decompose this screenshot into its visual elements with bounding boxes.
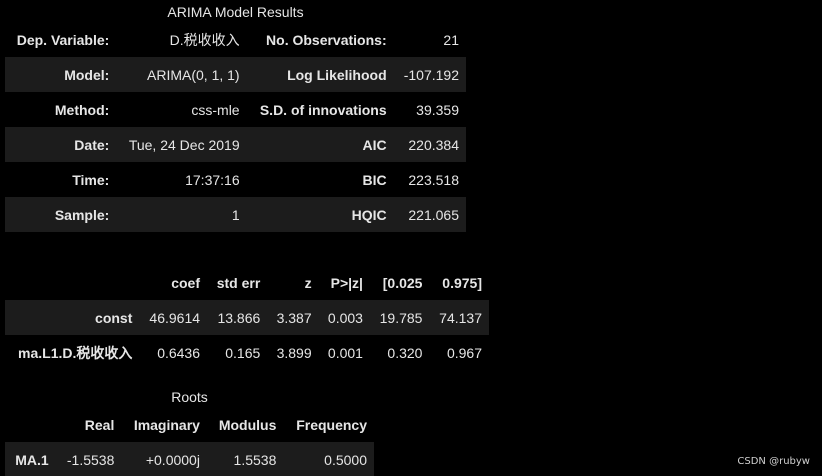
summary-key: AIC <box>362 136 387 153</box>
roots-cell: 0.5000 <box>324 451 367 468</box>
summary-value: ARIMA(0, 1, 1) <box>147 66 240 83</box>
watermark: CSDN @rubyw <box>737 456 810 467</box>
coef-header-cell: [0.025 <box>382 274 423 291</box>
roots-header-cell: Frequency <box>296 416 367 433</box>
summary-value: Tue, 24 Dec 2019 <box>128 136 240 153</box>
coef-header-cell: z <box>304 274 312 291</box>
coef-header-cell: std err <box>216 274 261 291</box>
roots-cell: +0.0000j <box>145 451 200 468</box>
summary-title: ARIMA Model Results <box>167 4 304 20</box>
summary-key: No. Observations: <box>266 31 387 48</box>
coef-cell: 46.9614 <box>149 309 201 326</box>
summary-key: Model: <box>64 66 110 83</box>
summary-value: 17:37:16 <box>185 171 240 188</box>
roots-header-cell <box>5 407 56 442</box>
coef-row-label: ma.L1.D.税收收入 <box>18 344 133 361</box>
coef-cell: 3.899 <box>276 344 312 361</box>
coef-cell: 19.785 <box>379 309 423 326</box>
summary-row: Time: 17:37:16 BIC 223.518 <box>5 162 466 197</box>
summary-value: css-mle <box>191 101 240 118</box>
summary-key: BIC <box>362 171 387 188</box>
summary-row: Dep. Variable: D.税收收入 No. Observations: … <box>5 22 466 57</box>
summary-key: S.D. of innovations <box>259 101 387 118</box>
coef-row-label: const <box>95 309 133 326</box>
coef-header-cell: coef <box>171 274 201 291</box>
summary-key: Log Likelihood <box>287 66 387 83</box>
summary-row: Model: ARIMA(0, 1, 1) Log Likelihood -10… <box>5 57 466 92</box>
summary-key: HQIC <box>351 206 387 223</box>
roots-header-row: Real Imaginary Modulus Frequency <box>5 407 374 442</box>
summary-key: Method: <box>54 101 110 118</box>
summary-key: Date: <box>74 136 110 153</box>
summary-row: Date: Tue, 24 Dec 2019 AIC 220.384 <box>5 127 466 162</box>
roots-cell: 1.5538 <box>233 451 277 468</box>
coef-cell: 3.387 <box>276 309 312 326</box>
summary-row: Method: css-mle S.D. of innovations 39.3… <box>5 92 466 127</box>
roots-cell: -1.5538 <box>66 451 115 468</box>
coef-cell: 0.165 <box>225 344 261 361</box>
coef-header-cell: P>|z| <box>330 274 363 291</box>
model-summary-table: ARIMA Model Results Dep. Variable: D.税收收… <box>5 3 466 232</box>
coef-cell: 74.137 <box>439 309 482 326</box>
coef-cell: 13.866 <box>217 309 261 326</box>
roots-header-cell: Modulus <box>218 416 277 433</box>
coef-cell: 0.003 <box>327 309 363 326</box>
summary-value: -107.192 <box>403 66 459 83</box>
roots-header-cell: Imaginary <box>133 416 200 433</box>
coef-header-cell: 0.975] <box>442 274 482 291</box>
coef-header-cell <box>5 265 139 300</box>
summary-row: Sample: 1 HQIC 221.065 <box>5 197 466 232</box>
coef-cell: 0.6436 <box>157 344 201 361</box>
roots-row-label: MA.1 <box>15 451 49 468</box>
coefficients-table: coef std err z P>|z| [0.025 0.975] const… <box>5 265 489 370</box>
roots-header-cell: Real <box>84 416 115 433</box>
summary-value: 1 <box>231 206 240 223</box>
summary-value: 21 <box>443 31 459 48</box>
summary-key: Time: <box>72 171 110 188</box>
coef-row: ma.L1.D.税收收入 0.6436 0.165 3.899 0.001 0.… <box>5 335 489 370</box>
roots-title: Roots <box>171 389 208 405</box>
summary-value: 39.359 <box>416 101 459 118</box>
coef-cell: 0.967 <box>446 344 482 361</box>
roots-table: Roots Real Imaginary Modulus Frequency M… <box>5 387 374 476</box>
summary-value: 223.518 <box>408 171 459 188</box>
summary-key: Dep. Variable: <box>16 31 110 48</box>
summary-value: D.税收收入 <box>169 31 240 48</box>
summary-key: Sample: <box>54 206 110 223</box>
summary-value: 221.065 <box>408 206 459 223</box>
coef-cell: 0.320 <box>387 344 423 361</box>
summary-value: 220.384 <box>408 136 459 153</box>
roots-row: MA.1 -1.5538 +0.0000j 1.5538 0.5000 <box>5 442 374 476</box>
coef-header-row: coef std err z P>|z| [0.025 0.975] <box>5 265 489 300</box>
coef-cell: 0.001 <box>327 344 363 361</box>
notebook-output: ARIMA Model Results Dep. Variable: D.税收收… <box>0 0 822 476</box>
coef-row: const 46.9614 13.866 3.387 0.003 19.785 … <box>5 300 489 335</box>
